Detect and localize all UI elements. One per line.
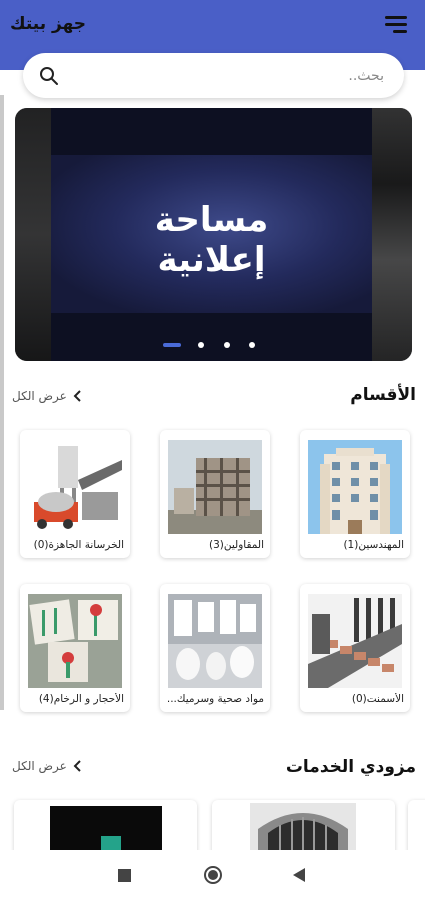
view-all-label: عرض الكل: [12, 759, 67, 773]
category-card-cement[interactable]: الأسمنت(0): [300, 584, 410, 712]
category-card-sanitary[interactable]: مواد صحية وسرميك...: [160, 584, 270, 712]
category-label: مواد صحية وسرميك...: [166, 693, 264, 705]
view-all-label: عرض الكل: [12, 389, 67, 403]
category-label: الأسمنت(0): [351, 693, 404, 705]
category-card-ready-concrete[interactable]: الخرسانة الجاهزة(0): [20, 430, 130, 558]
carousel-dot-active[interactable]: [163, 343, 181, 347]
banner-next-slide: [372, 108, 412, 361]
home-icon[interactable]: [203, 865, 223, 885]
menu-icon: [385, 16, 407, 19]
banner-prev-slide: [15, 108, 51, 361]
back-icon[interactable]: [292, 868, 306, 882]
providers-title: مزودي الخدمات: [285, 757, 416, 777]
carousel-dot[interactable]: [249, 342, 255, 348]
menu-button[interactable]: [385, 16, 407, 34]
recent-apps-icon[interactable]: [118, 869, 131, 882]
search-input[interactable]: [83, 63, 384, 89]
menu-icon-line: [385, 23, 407, 26]
category-card-engineers[interactable]: المهندسين(1): [300, 430, 410, 558]
category-label: المقاولين(3): [208, 539, 264, 551]
search-bar: [23, 53, 404, 98]
sanitary-ware-photo: [168, 594, 262, 688]
category-card-stone-marble[interactable]: الأحجار و الرخام(4): [20, 584, 130, 712]
banner-text: مساحة إعلانية: [51, 200, 372, 280]
carousel-dots: [15, 340, 412, 350]
menu-icon-line: [393, 30, 407, 33]
category-label: الخرسانة الجاهزة(0): [33, 539, 124, 551]
categories-title: الأقسام: [350, 385, 416, 405]
construction-photo: [168, 440, 262, 534]
category-label: المهندسين(1): [343, 539, 404, 551]
app-title: جهز بيتك: [10, 14, 87, 34]
search-icon[interactable]: [39, 66, 59, 86]
category-card-contractors[interactable]: المقاولين(3): [160, 430, 270, 558]
category-label: الأحجار و الرخام(4): [38, 693, 124, 705]
chevron-left-icon: [73, 760, 81, 772]
tiles-photo: [28, 594, 122, 688]
banner-carousel[interactable]: مساحة إعلانية: [15, 108, 412, 361]
categories-view-all-link[interactable]: عرض الكل: [12, 389, 83, 403]
carousel-dot[interactable]: [224, 342, 230, 348]
building-photo: [308, 440, 402, 534]
banner-line-2: إعلانية: [157, 240, 266, 280]
system-nav-bar: [0, 850, 425, 900]
chevron-left-icon: [73, 390, 81, 402]
banner-line-1: مساحة: [154, 200, 269, 240]
providers-view-all-link[interactable]: عرض الكل: [12, 759, 83, 773]
concrete-mixer-photo: [28, 440, 122, 534]
cement-bags-photo: [308, 594, 402, 688]
carousel-dot[interactable]: [198, 342, 204, 348]
scrollbar[interactable]: [0, 95, 4, 710]
